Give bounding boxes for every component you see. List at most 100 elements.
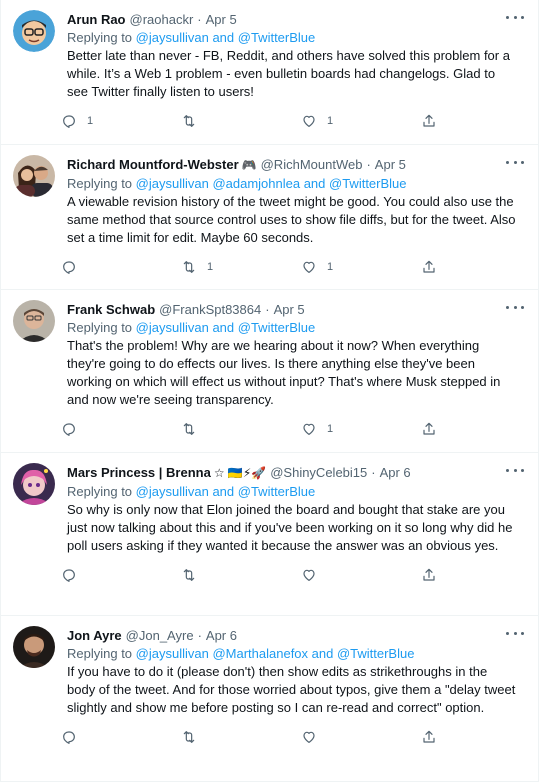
like-button[interactable] — [301, 567, 421, 583]
reply-button[interactable]: 1 — [61, 113, 181, 129]
more-options-button[interactable] — [506, 300, 524, 314]
avatar[interactable] — [13, 463, 55, 505]
more-options-button[interactable] — [506, 155, 524, 169]
more-options-button[interactable] — [506, 626, 524, 640]
retweet-icon — [183, 423, 195, 435]
like-count: 1 — [327, 423, 334, 435]
author-name[interactable]: Mars Princess | Brenna — [67, 464, 211, 481]
avatar[interactable] — [13, 300, 55, 342]
author-name[interactable]: Jon Ayre — [67, 627, 122, 644]
reply-icon — [63, 569, 75, 582]
reply-mentions[interactable]: @jaysullivan @Marthalanefox and @Twitter… — [136, 646, 415, 661]
tweet-date[interactable]: Apr 5 — [375, 156, 406, 173]
tweet[interactable]: Jon Ayre @Jon_Ayre · Apr 6 Replying to @… — [1, 616, 538, 782]
retweet-icon — [183, 261, 195, 273]
reply-button[interactable] — [61, 567, 181, 583]
share-icon — [423, 114, 435, 127]
tweet-header: Jon Ayre @Jon_Ayre · Apr 6 — [67, 624, 516, 644]
reply-button[interactable] — [61, 421, 181, 437]
tweet-date[interactable]: Apr 6 — [380, 464, 411, 481]
name-emoji-badge: ☆ 🇺🇦⚡🚀 — [213, 466, 267, 480]
tweet[interactable]: Arun Rao @raohackr · Apr 5 Replying to @… — [1, 0, 538, 145]
replying-prefix: Replying to — [67, 320, 133, 335]
replying-to: Replying to @jaysullivan and @TwitterBlu… — [67, 319, 516, 336]
retweet-button[interactable] — [181, 729, 301, 745]
share-button[interactable] — [421, 567, 447, 583]
retweet-button[interactable]: 1 — [181, 259, 301, 275]
like-button[interactable] — [301, 729, 421, 745]
retweet-button[interactable] — [181, 421, 301, 437]
avatar[interactable] — [13, 155, 55, 197]
replying-prefix: Replying to — [67, 484, 133, 499]
avatar-column — [13, 624, 61, 781]
tweet-actions — [61, 717, 516, 757]
retweet-icon — [183, 731, 195, 743]
more-icon — [521, 631, 524, 635]
author-handle[interactable]: @ShinyCelebi15 — [270, 464, 367, 481]
retweet-icon — [183, 115, 195, 127]
tweet-date[interactable]: Apr 5 — [206, 11, 237, 28]
retweet-button[interactable] — [181, 113, 301, 129]
tweet-content: Frank Schwab @FrankSpt83864 · Apr 5 Repl… — [63, 298, 526, 452]
reply-icon — [63, 115, 75, 128]
more-icon — [521, 305, 524, 309]
reply-icon — [63, 731, 75, 744]
author-handle[interactable]: @RichMountWeb — [261, 156, 363, 173]
author-handle[interactable]: @Jon_Ayre — [126, 627, 194, 644]
reply-count: 1 — [87, 115, 94, 127]
tweet-header: Frank Schwab @FrankSpt83864 · Apr 5 — [67, 298, 516, 318]
avatar-column — [13, 298, 61, 452]
more-icon — [513, 468, 517, 472]
reply-button[interactable] — [61, 259, 181, 275]
tweet-actions: 1 1 — [61, 101, 516, 141]
more-options-button[interactable] — [506, 10, 524, 24]
like-button[interactable]: 1 — [301, 259, 421, 275]
share-button[interactable] — [421, 113, 447, 129]
tweet-content: Arun Rao @raohackr · Apr 5 Replying to @… — [63, 8, 526, 144]
author-name[interactable]: Frank Schwab — [67, 301, 155, 318]
like-icon — [303, 423, 315, 435]
tweet-actions — [61, 555, 516, 595]
tweet-text: A viewable revision history of the tweet… — [67, 194, 516, 245]
tweet-content: Richard Mountford-Webster 🎮 @RichMountWe… — [63, 153, 526, 289]
replying-to: Replying to @jaysullivan and @TwitterBlu… — [67, 29, 516, 46]
reply-button[interactable] — [61, 729, 181, 745]
tweet-date[interactable]: Apr 6 — [206, 627, 237, 644]
avatar[interactable] — [13, 10, 55, 52]
reply-icon — [63, 423, 75, 436]
retweet-button[interactable] — [181, 567, 301, 583]
replying-to: Replying to @jaysullivan @adamjohnlea an… — [67, 175, 516, 192]
like-button[interactable]: 1 — [301, 113, 421, 129]
share-button[interactable] — [421, 421, 447, 437]
tweet[interactable]: Frank Schwab @FrankSpt83864 · Apr 5 Repl… — [1, 290, 538, 453]
tweet-header: Arun Rao @raohackr · Apr 5 — [67, 8, 516, 28]
retweet-icon — [183, 569, 195, 581]
author-handle[interactable]: @FrankSpt83864 — [159, 301, 261, 318]
reply-mentions[interactable]: @jaysullivan @adamjohnlea and @TwitterBl… — [136, 176, 407, 191]
share-icon — [423, 422, 435, 435]
separator-dot: · — [265, 302, 270, 317]
reply-mentions[interactable]: @jaysullivan and @TwitterBlue — [136, 30, 316, 45]
reply-mentions[interactable]: @jaysullivan and @TwitterBlue — [136, 484, 316, 499]
avatar[interactable] — [13, 626, 55, 668]
more-options-button[interactable] — [506, 463, 524, 477]
author-name[interactable]: Arun Rao — [67, 11, 126, 28]
reply-mentions[interactable]: @jaysullivan and @TwitterBlue — [136, 320, 316, 335]
author-handle[interactable]: @raohackr — [130, 11, 194, 28]
more-icon — [521, 15, 524, 19]
tweet-content: Jon Ayre @Jon_Ayre · Apr 6 Replying to @… — [63, 624, 526, 781]
share-icon — [423, 730, 435, 743]
tweet-date[interactable]: Apr 5 — [274, 301, 305, 318]
author-name[interactable]: Richard Mountford-Webster — [67, 156, 239, 173]
retweet-count: 1 — [207, 261, 214, 273]
share-button[interactable] — [421, 259, 447, 275]
tweet[interactable]: Mars Princess | Brenna ☆ 🇺🇦⚡🚀 @ShinyCele… — [1, 453, 538, 616]
replying-prefix: Replying to — [67, 646, 133, 661]
like-button[interactable]: 1 — [301, 421, 421, 437]
more-icon — [506, 305, 509, 309]
more-icon — [513, 631, 517, 635]
replying-prefix: Replying to — [67, 30, 133, 45]
reply-feed: Arun Rao @raohackr · Apr 5 Replying to @… — [0, 0, 539, 782]
tweet[interactable]: Richard Mountford-Webster 🎮 @RichMountWe… — [1, 145, 538, 290]
share-button[interactable] — [421, 729, 447, 745]
